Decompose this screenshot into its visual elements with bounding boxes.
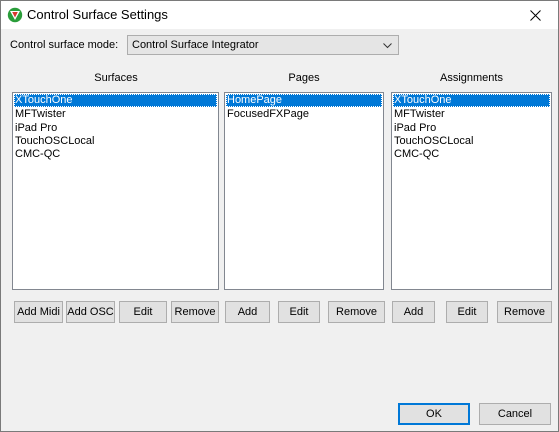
pages-list-item[interactable]: FocusedFXPage <box>226 108 382 121</box>
assignments-header: Assignments <box>440 72 503 84</box>
assignments-remove-button[interactable]: Remove <box>497 301 552 323</box>
chevron-down-icon <box>383 43 392 49</box>
assignments-list-item[interactable]: MFTwister <box>393 108 550 121</box>
add-osc-button[interactable]: Add OSC <box>66 301 115 323</box>
title-bar: Control Surface Settings <box>1 1 558 29</box>
surfaces-list-item[interactable]: CMC-QC <box>14 148 217 161</box>
assignments-add-button[interactable]: Add <box>392 301 435 323</box>
control-surface-mode-value: Control Surface Integrator <box>132 39 259 51</box>
reaper-icon <box>7 7 23 23</box>
assignments-list[interactable]: XTouchOne MFTwister iPad Pro TouchOSCLoc… <box>391 92 552 290</box>
pages-edit-button[interactable]: Edit <box>278 301 320 323</box>
close-button[interactable] <box>512 1 558 29</box>
cancel-button[interactable]: Cancel <box>479 403 551 425</box>
surfaces-edit-button[interactable]: Edit <box>119 301 167 323</box>
assignments-list-item[interactable]: iPad Pro <box>393 122 550 135</box>
surfaces-list-item[interactable]: iPad Pro <box>14 122 217 135</box>
surfaces-remove-button[interactable]: Remove <box>171 301 219 323</box>
pages-list[interactable]: HomePage FocusedFXPage <box>224 92 384 290</box>
assignments-list-item[interactable]: TouchOSCLocal <box>393 135 550 148</box>
pages-list-item[interactable]: HomePage <box>226 94 382 107</box>
pages-header: Pages <box>288 72 320 84</box>
pages-remove-button[interactable]: Remove <box>328 301 385 323</box>
control-surface-mode-select[interactable]: Control Surface Integrator <box>127 35 399 55</box>
control-surface-settings-dialog: Control Surface Settings Control surface… <box>0 0 559 432</box>
assignments-list-item[interactable]: CMC-QC <box>393 148 550 161</box>
control-surface-mode-label: Control surface mode: <box>10 39 119 51</box>
surfaces-list-item[interactable]: MFTwister <box>14 108 217 121</box>
window-title: Control Surface Settings <box>27 7 168 22</box>
surfaces-list[interactable]: XTouchOne MFTwister iPad Pro TouchOSCLoc… <box>12 92 219 290</box>
surfaces-list-item[interactable]: XTouchOne <box>14 94 217 107</box>
close-icon <box>529 9 541 21</box>
assignments-list-item[interactable]: XTouchOne <box>393 94 550 107</box>
pages-add-button[interactable]: Add <box>225 301 270 323</box>
ok-button[interactable]: OK <box>398 403 470 425</box>
surfaces-header: Surfaces <box>94 72 138 84</box>
surfaces-list-item[interactable]: TouchOSCLocal <box>14 135 217 148</box>
assignments-edit-button[interactable]: Edit <box>446 301 488 323</box>
add-midi-button[interactable]: Add Midi <box>14 301 63 323</box>
